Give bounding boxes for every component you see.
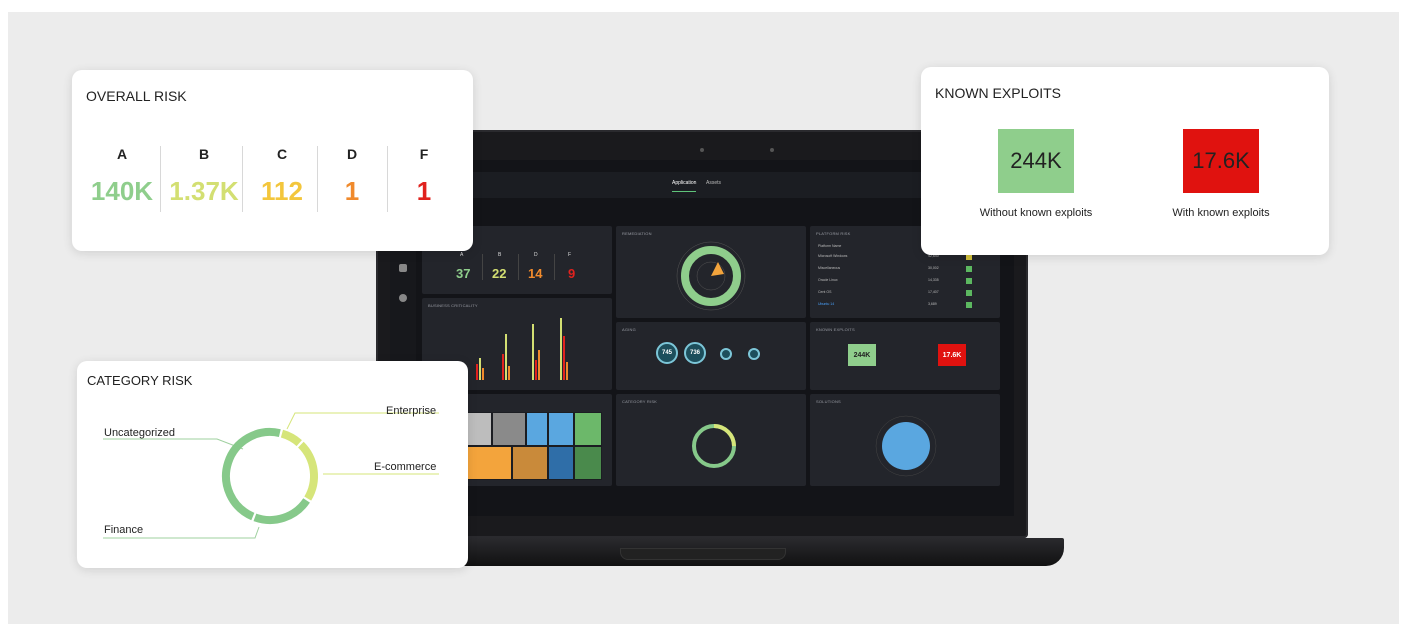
platform-row: Platform Name	[818, 244, 842, 248]
mini-category-donut	[692, 424, 736, 468]
grade-b: B 1.37K	[164, 146, 244, 207]
divider	[482, 254, 483, 280]
aging-bubble[interactable]	[748, 348, 760, 360]
grade-a: A 140K	[82, 146, 162, 207]
document-icon[interactable]	[399, 264, 407, 272]
with-exploits-label: With known exploits	[1172, 207, 1270, 219]
known-exploits-card: KNOWN EXPLOITS 244K Without known exploi…	[921, 67, 1329, 255]
grade-letter: B	[198, 146, 210, 162]
mini-grade-value: 37	[456, 266, 471, 281]
platform-value: 14,335	[928, 278, 939, 282]
panel-title: KNOWN EXPLOITS	[816, 327, 855, 332]
mini-grade-value: 22	[492, 266, 507, 281]
donut-segment-e-commerce[interactable]	[297, 441, 318, 501]
leader-line	[103, 438, 244, 450]
without-exploits-tile: 244K	[998, 129, 1074, 193]
divider	[554, 254, 555, 280]
mini-grade-letter: F	[568, 252, 572, 258]
grade-chip	[966, 266, 972, 272]
grade-letter: F	[419, 146, 429, 162]
camera-dot	[700, 148, 704, 152]
user-icon[interactable]	[399, 294, 407, 302]
overall-risk-card: OVERALL RISK A 140K B 1.37K C 112 D 1 F …	[72, 70, 473, 251]
card-title: KNOWN EXPLOITS	[935, 85, 1062, 101]
card-title: OVERALL RISK	[86, 88, 187, 104]
grade-value: 1	[344, 176, 360, 206]
solutions-polar	[875, 415, 937, 477]
divider	[160, 146, 161, 212]
mini-grade-value: 9	[568, 266, 576, 281]
platform-row: Cent OS	[818, 290, 832, 294]
grade-value: 1.37K	[169, 176, 239, 206]
aging-bubble[interactable]: 745	[656, 342, 678, 364]
grade-chip	[966, 290, 972, 296]
grade-value: 1	[416, 176, 432, 206]
mini-aging-panel: AGING 745 736	[616, 322, 806, 390]
platform-value: 30,002	[928, 266, 939, 270]
category-risk-card: CATEGORY RISK Uncategorized Enterprise E…	[77, 361, 468, 568]
business-bars	[472, 316, 592, 380]
platform-value: 3,689	[928, 302, 937, 306]
mini-exploit-with: 17.6K	[938, 344, 966, 366]
grade-letter: A	[116, 146, 128, 162]
mini-exploits-panel: KNOWN EXPLOITS 244K 17.6K	[810, 322, 1000, 390]
grade-c: C 112	[242, 146, 322, 207]
mini-solutions-panel: SOLUTIONS	[810, 394, 1000, 486]
grade-d: D 1	[312, 146, 392, 207]
panel-title: AGING	[622, 327, 636, 332]
grade-value: 112	[261, 176, 303, 206]
panel-title: BUSINESS CRITICALITY	[428, 303, 478, 308]
platform-row: Miscellaneous	[818, 266, 841, 270]
category-label-finance: Finance	[104, 524, 144, 536]
platform-row[interactable]: Ubuntu 14	[818, 302, 834, 306]
camera-dot	[770, 148, 774, 152]
donut-segment-finance[interactable]	[253, 498, 310, 524]
platform-row: Microsoft Windows	[818, 254, 848, 258]
platform-row: Oracle Linux	[818, 278, 838, 282]
mini-grade-letter: D	[534, 252, 538, 258]
panel-title: PLATFORM RISK	[816, 231, 851, 236]
grade-value: 140K	[90, 176, 154, 206]
donut-segment-uncategorized[interactable]	[222, 428, 281, 521]
mini-category-panel: CATEGORY RISK	[616, 394, 806, 486]
tab-application[interactable]: Application	[672, 180, 697, 192]
without-exploits-label: Without known exploits	[979, 207, 1093, 219]
donut-segment-enterprise[interactable]	[280, 429, 302, 447]
grade-f: F 1	[384, 146, 464, 207]
category-label-ecommerce: E-commerce	[374, 461, 437, 473]
with-exploits-tile: 17.6K	[1183, 129, 1259, 193]
remediation-radar	[676, 241, 746, 311]
category-label-enterprise: Enterprise	[386, 405, 437, 417]
tab-assets[interactable]: Assets	[706, 180, 721, 186]
mini-grade-letter: B	[498, 252, 502, 258]
divider	[518, 254, 519, 280]
aging-bubble[interactable]	[720, 348, 732, 360]
grade-chip	[966, 302, 972, 308]
category-label-uncategorized: Uncategorized	[104, 427, 175, 439]
mini-grade-letter: A	[460, 252, 464, 258]
grade-letter: C	[276, 146, 288, 162]
platform-value: 17,407	[928, 290, 939, 294]
grade-chip	[966, 278, 972, 284]
mini-grade-value: 14	[528, 266, 543, 281]
mini-remediation-panel: REMEDIATION	[616, 226, 806, 318]
grade-letter: D	[346, 146, 358, 162]
mini-exploit-without: 244K	[848, 344, 876, 366]
laptop-notch	[620, 548, 786, 560]
aging-bubble[interactable]: 736	[684, 342, 706, 364]
